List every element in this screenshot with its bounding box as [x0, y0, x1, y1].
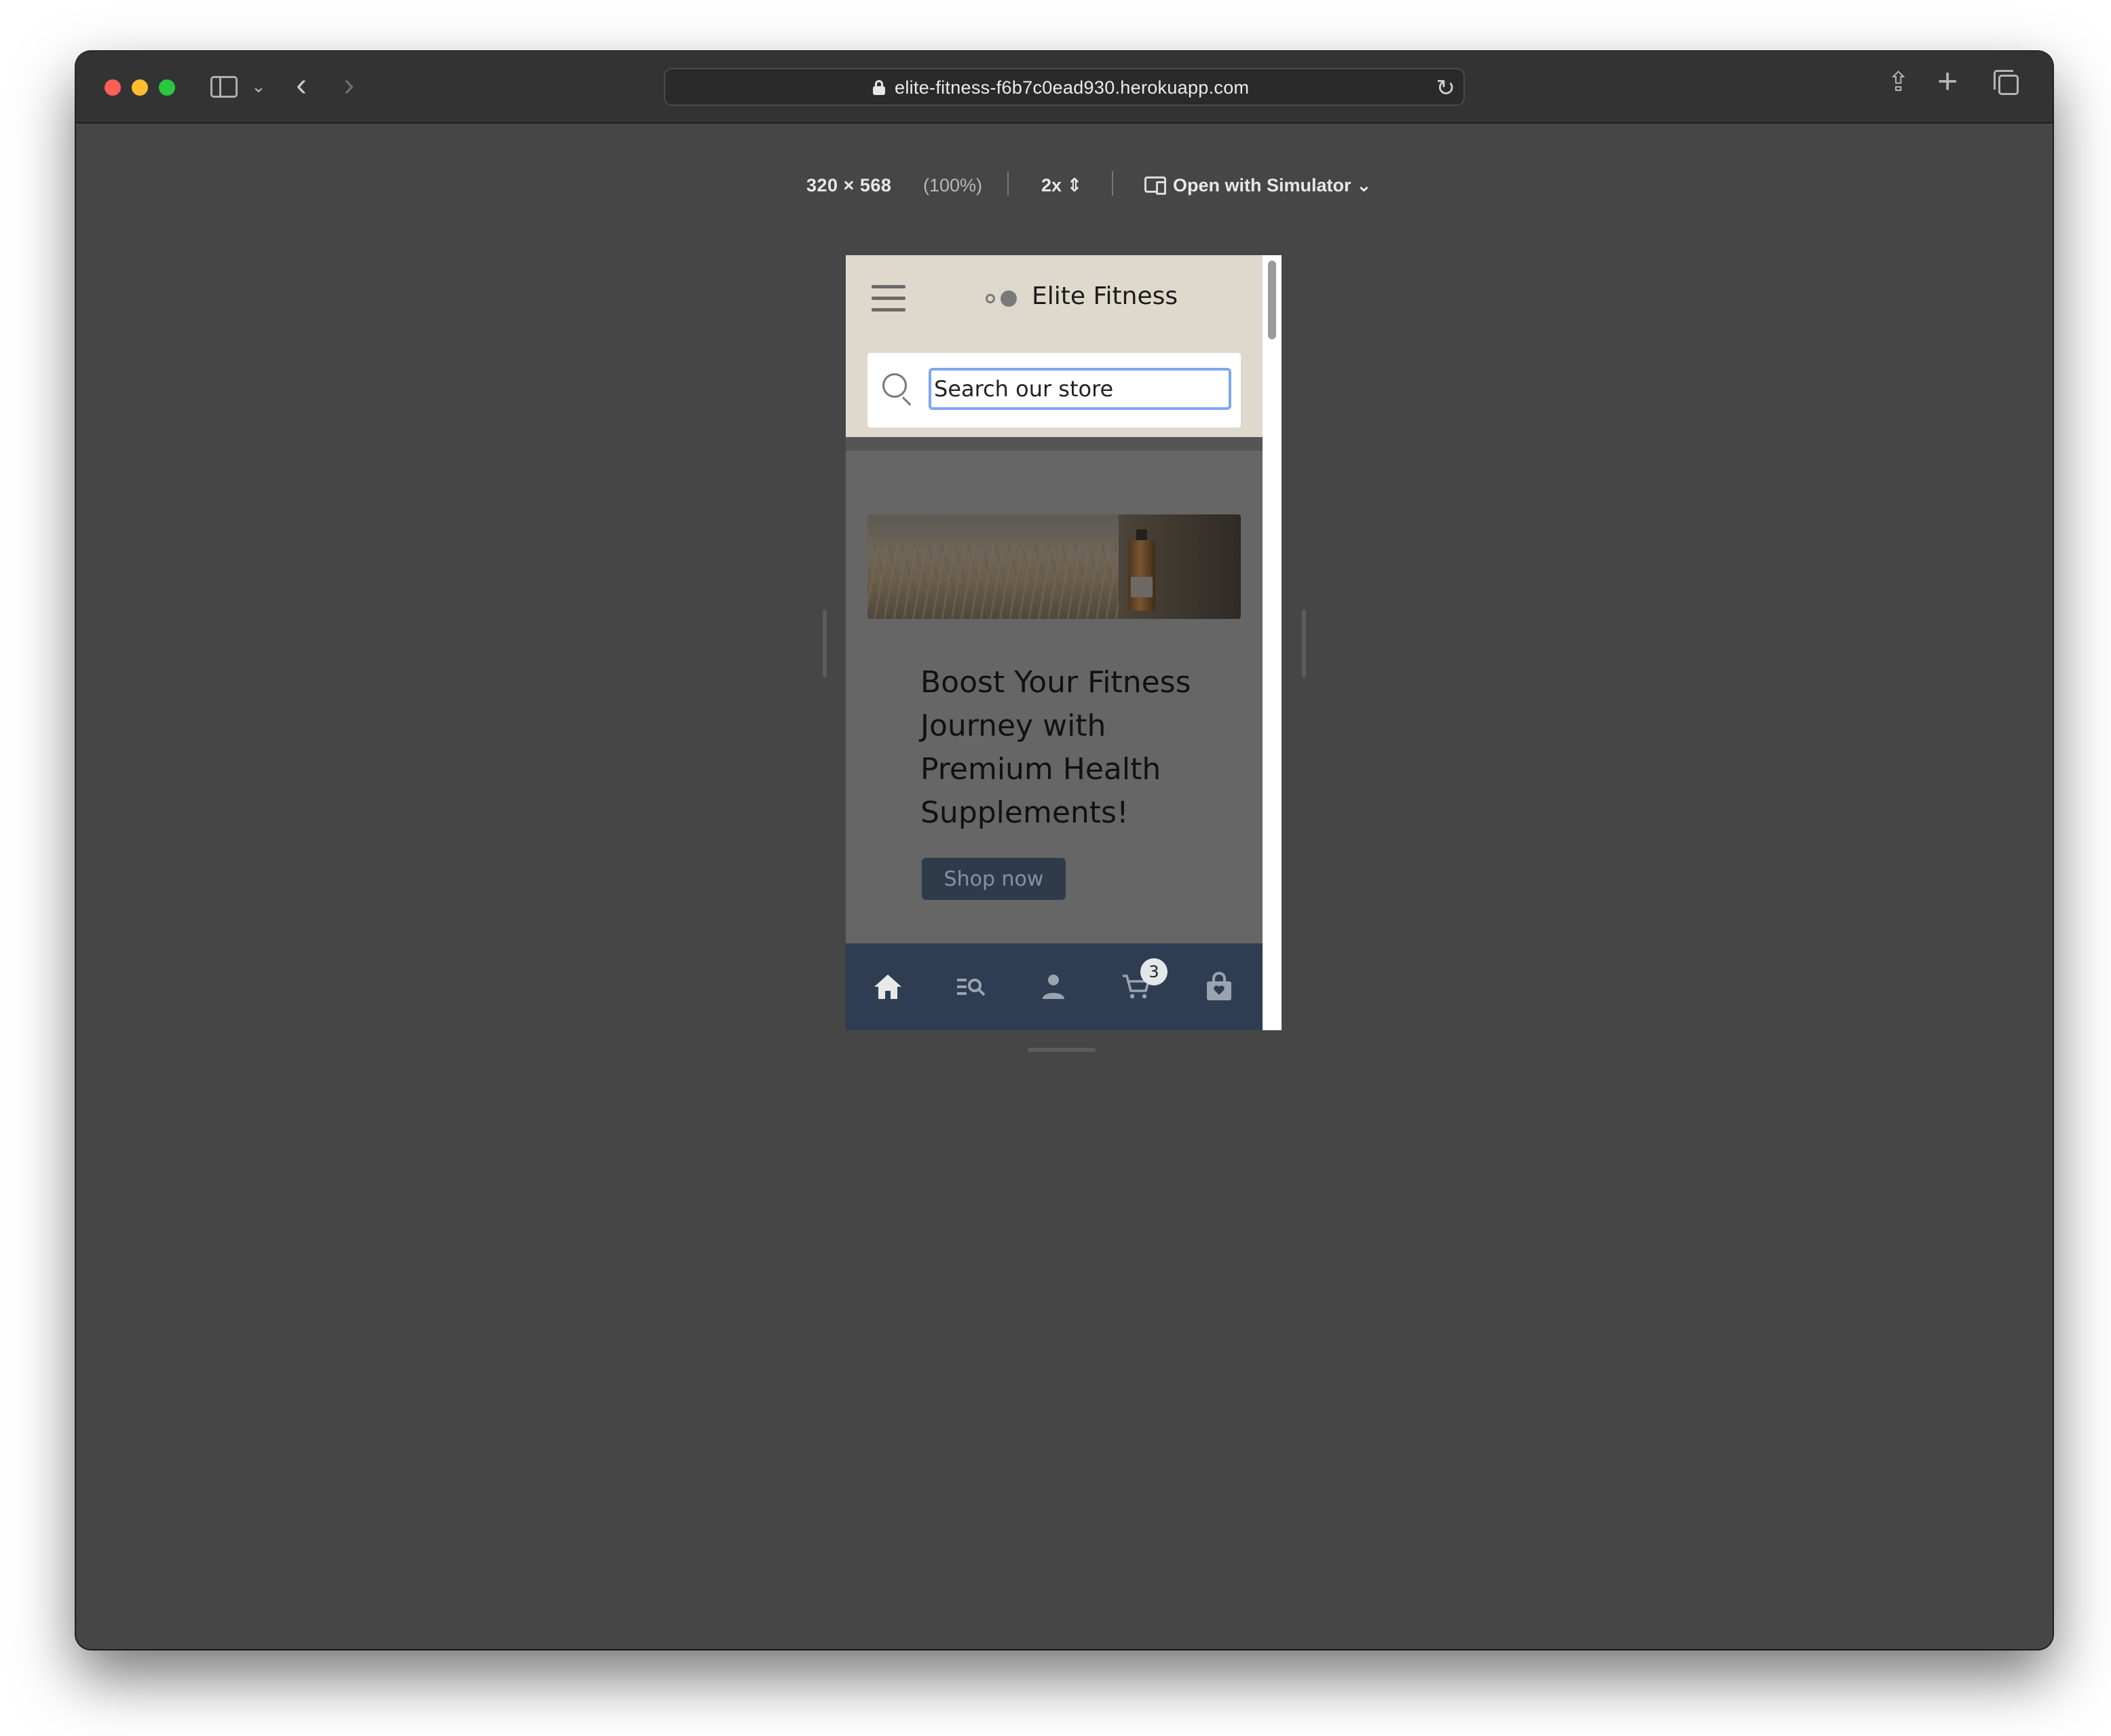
share-button[interactable]: ⇪: [1887, 67, 1910, 98]
minimize-window-button[interactable]: [132, 79, 148, 96]
search-bar: [867, 353, 1241, 428]
resize-handle-right[interactable]: [1302, 609, 1306, 677]
hero-image: [867, 514, 1241, 619]
shopping-bag-icon[interactable]: [1203, 970, 1244, 1011]
tab-overview-icon[interactable]: [1994, 70, 2019, 95]
divider: [1007, 171, 1009, 195]
address-bar[interactable]: elite-fitness-f6b7c0ead930.herokuapp.com…: [664, 68, 1465, 106]
forward-button[interactable]: ›: [343, 67, 354, 104]
site-page: Elite Fitness Boost Your Fitness Journey…: [846, 255, 1263, 1030]
new-tab-button[interactable]: +: [1937, 61, 1958, 102]
home-icon[interactable]: [872, 970, 912, 1011]
back-button[interactable]: ‹: [296, 67, 307, 104]
url-text[interactable]: elite-fitness-f6b7c0ead930.herokuapp.com: [895, 77, 1249, 98]
browser-window: ⌄ ‹ › elite-fitness-f6b7c0ead930.herokua…: [76, 52, 2053, 1649]
bottom-navigation: 3: [846, 943, 1263, 1030]
resize-handle-left[interactable]: [823, 609, 827, 677]
viewport-dimensions[interactable]: 320 × 568: [806, 175, 891, 196]
site-header: Elite Fitness: [846, 255, 1263, 437]
browser-toolbar: ⌄ ‹ › elite-fitness-f6b7c0ead930.herokua…: [76, 52, 2053, 124]
responsive-design-toolbar: 320 × 568 (100%) 2x ⇕ Open with Simulato…: [76, 168, 2053, 202]
sidebar-toggle-icon[interactable]: [210, 76, 238, 98]
divider: [1112, 171, 1113, 195]
hamburger-menu-icon[interactable]: [872, 285, 905, 312]
viewport-zoom: (100%): [923, 175, 983, 195]
open-with-simulator-button[interactable]: Open with Simulator ⌄: [1173, 175, 1372, 196]
device-viewport: Elite Fitness Boost Your Fitness Journey…: [846, 255, 1282, 1030]
search-input[interactable]: [929, 368, 1231, 410]
supplement-bottle-image: [1128, 529, 1155, 611]
lock-icon: [873, 80, 885, 95]
resize-handle-bottom[interactable]: [1028, 1048, 1096, 1052]
reload-button[interactable]: ↻: [1436, 75, 1456, 102]
pixel-ratio-selector[interactable]: 2x ⇕: [1041, 175, 1082, 196]
header-divider: [846, 437, 1263, 451]
zoom-window-button[interactable]: [159, 79, 175, 96]
brand-name[interactable]: Elite Fitness: [1032, 282, 1178, 310]
logo-icon: [986, 290, 1021, 307]
hero-title: Boost Your Fitness Journey with Premium …: [920, 665, 1191, 830]
device-icon: [1144, 176, 1166, 195]
search-list-icon[interactable]: [954, 970, 995, 1011]
scrollbar-thumb[interactable]: [1268, 261, 1276, 339]
cart-count-badge: 3: [1140, 958, 1167, 985]
chevron-down-icon[interactable]: ⌄: [251, 76, 266, 97]
shop-now-button[interactable]: Shop now: [922, 858, 1066, 900]
page-scrollbar[interactable]: [1263, 255, 1282, 1030]
search-icon[interactable]: [882, 373, 914, 406]
user-icon[interactable]: [1037, 970, 1078, 1011]
close-window-button[interactable]: [105, 79, 121, 96]
